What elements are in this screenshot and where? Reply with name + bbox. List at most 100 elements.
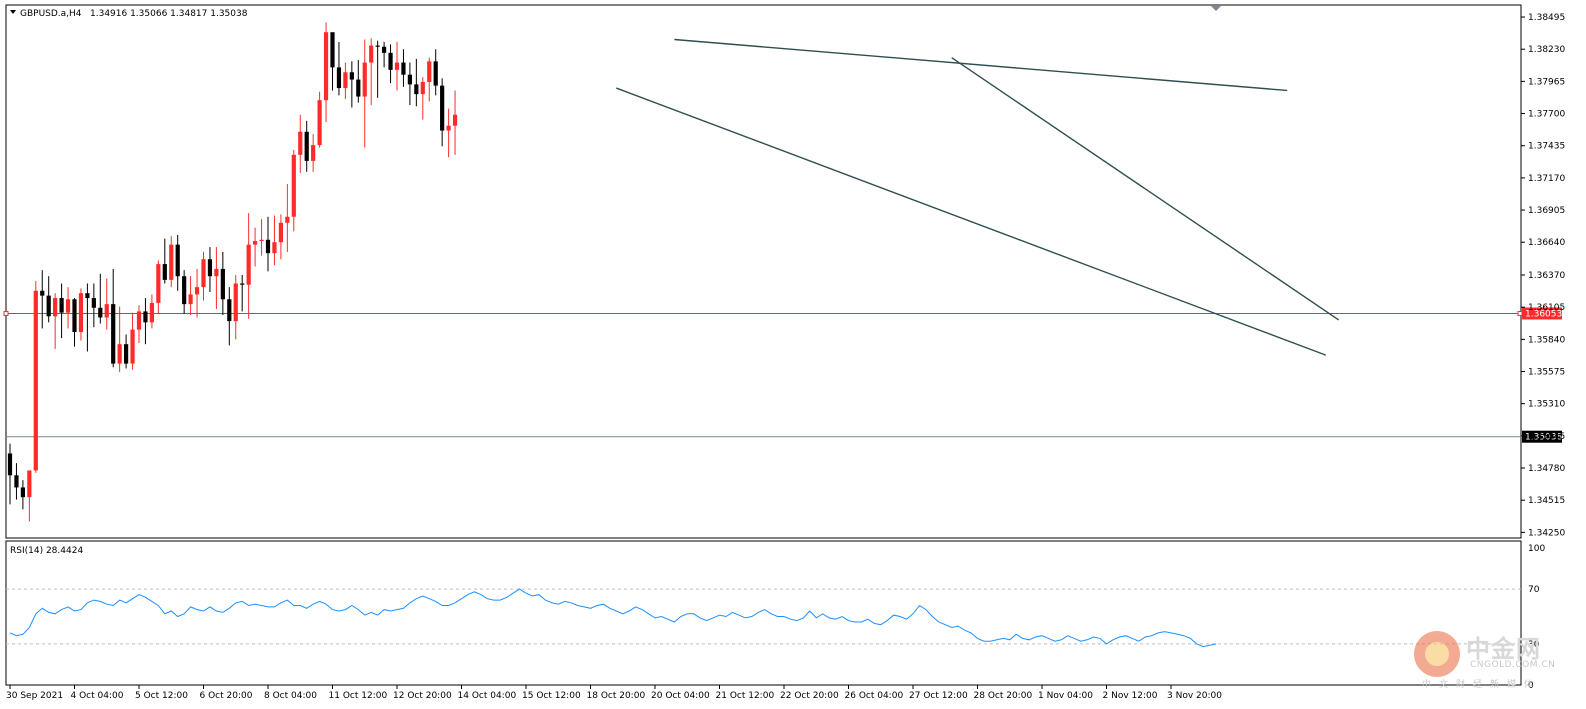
candle-body — [85, 293, 90, 299]
x-tick-label: 21 Oct 12:00 — [716, 691, 775, 701]
candle-body — [440, 85, 445, 131]
candle-body — [278, 222, 283, 243]
candle-body — [375, 45, 380, 47]
candle-body — [233, 283, 238, 322]
candle-body — [382, 46, 387, 53]
candle-body — [130, 329, 135, 364]
candle-body — [298, 131, 303, 155]
x-tick-label: 27 Oct 12:00 — [909, 691, 968, 701]
candle-body — [188, 294, 193, 305]
candle-body — [201, 259, 206, 288]
candle-body — [117, 344, 122, 364]
x-tick-label: 14 Oct 04:00 — [458, 691, 517, 701]
y-tick-label: 1.38495 — [1528, 13, 1565, 23]
rsi-line — [9, 588, 1217, 648]
candle-body — [388, 52, 393, 70]
candle-body — [98, 307, 103, 318]
x-tick-label: 26 Oct 04:00 — [845, 691, 904, 701]
symbol-dropdown-icon[interactable] — [10, 10, 16, 14]
x-tick-label: 12 Oct 20:00 — [393, 691, 452, 701]
x-tick-label: 28 Oct 20:00 — [974, 691, 1033, 701]
rsi-panel-frame — [5, 540, 1522, 686]
candle-body — [20, 487, 25, 498]
x-tick-label: 2 Nov 12:00 — [1103, 691, 1158, 701]
candle-body — [227, 299, 232, 322]
candle-body — [53, 298, 58, 317]
candle-body — [65, 299, 71, 313]
y-tick-label: 1.34250 — [1528, 528, 1565, 538]
level-handle-left[interactable] — [3, 310, 9, 316]
candle-body — [91, 298, 96, 308]
candle-body — [317, 100, 322, 146]
price-panel-frame — [5, 4, 1522, 539]
x-tick-label: 8 Oct 04:00 — [264, 691, 317, 701]
x-tick-label: 4 Oct 04:00 — [71, 691, 124, 701]
candle-body — [72, 299, 77, 333]
candle-body — [427, 61, 432, 82]
candle-body — [330, 32, 335, 68]
x-tick-label: 6 Oct 20:00 — [200, 691, 253, 701]
candle-body — [214, 268, 219, 277]
y-tick-label: 1.34515 — [1528, 496, 1565, 506]
candle-body — [401, 62, 406, 75]
candle-body — [156, 264, 161, 303]
candle-body — [59, 298, 64, 313]
y-tick-label: 1.36640 — [1528, 238, 1565, 248]
candle-body — [407, 74, 412, 85]
x-tick-label: 11 Oct 12:00 — [329, 691, 388, 701]
level-handle-right[interactable] — [1517, 310, 1523, 316]
candle-body — [452, 114, 458, 126]
candle-body — [207, 259, 213, 277]
rsi-header: RSI(14) 28.4424 — [10, 546, 83, 556]
candle-body — [369, 45, 374, 63]
candle-body — [7, 453, 13, 476]
candle-body — [446, 125, 451, 131]
candle-body — [40, 290, 45, 296]
candle-body — [253, 241, 258, 245]
x-tick-label: 15 Oct 12:00 — [522, 691, 581, 701]
x-tick-label: 18 Oct 20:00 — [587, 691, 646, 701]
candle-body — [104, 304, 109, 318]
chart-shift-marker-icon[interactable] — [1211, 6, 1221, 11]
candle-body — [169, 244, 174, 280]
y-tick-label: 1.35575 — [1528, 368, 1565, 378]
candle-body — [259, 239, 264, 242]
candle-body — [175, 244, 180, 277]
candle-body — [394, 62, 400, 70]
rsi-axis-label: 30 — [1528, 640, 1540, 650]
candle-body — [220, 268, 225, 300]
rsi-axis-label: 70 — [1528, 585, 1540, 595]
candle-body — [265, 239, 271, 254]
x-tick-label: 5 Oct 12:00 — [135, 691, 188, 701]
candle-body — [414, 84, 419, 95]
candle-body — [349, 72, 354, 80]
candle-body — [323, 32, 329, 101]
lower-channel-trendline[interactable] — [616, 87, 1327, 356]
candle-body — [136, 311, 142, 330]
candle-body — [336, 67, 342, 89]
candle-body — [111, 304, 116, 364]
ohlc-header: 1.34916 1.35066 1.34817 1.35038 — [90, 9, 248, 19]
candle-body — [311, 145, 316, 161]
y-tick-label: 1.37965 — [1528, 77, 1565, 87]
y-tick-label: 1.35310 — [1528, 400, 1565, 410]
candle-body — [272, 242, 277, 254]
y-tick-label: 1.38230 — [1528, 45, 1565, 55]
y-tick-label: 1.35840 — [1528, 335, 1565, 345]
candle-body — [27, 470, 32, 498]
x-tick-label: 1 Nov 04:00 — [1038, 691, 1093, 701]
x-tick-label: 30 Sep 2021 — [6, 691, 63, 701]
candle-body — [240, 283, 245, 285]
candle-body — [194, 287, 200, 295]
candle-body — [14, 475, 19, 488]
candle-body — [291, 154, 296, 217]
upper-trendline[interactable] — [674, 38, 1288, 92]
candle-body — [343, 72, 348, 89]
descending-trendline[interactable] — [951, 57, 1340, 321]
candle-body — [356, 79, 361, 97]
candle-body — [78, 293, 84, 333]
rsi-axis-label: 0 — [1528, 681, 1534, 691]
y-tick-label: 1.36105 — [1528, 303, 1565, 313]
candle-body — [143, 311, 148, 323]
candle-body — [149, 302, 154, 323]
